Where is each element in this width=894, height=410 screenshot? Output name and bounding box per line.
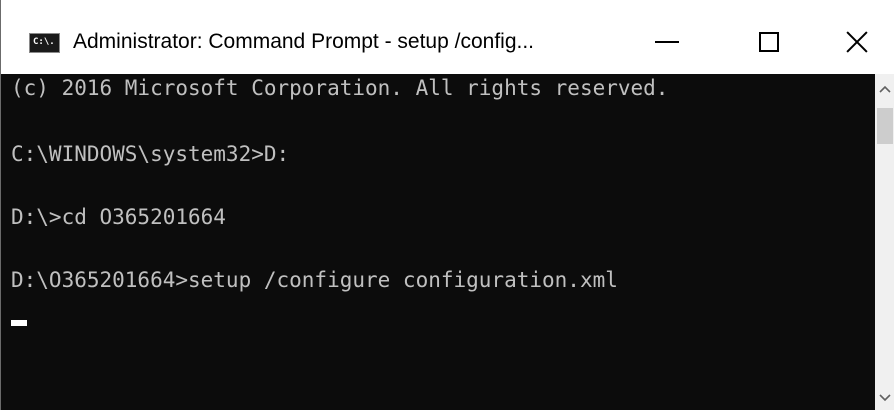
minimize-button[interactable] bbox=[621, 14, 713, 70]
console-line: C:\WINDOWS\system32>D: bbox=[11, 142, 290, 166]
chevron-up-icon bbox=[879, 85, 891, 93]
minimize-icon bbox=[655, 41, 679, 43]
close-button[interactable] bbox=[811, 14, 894, 70]
title-bar[interactable]: C:\. Administrator: Command Prompt - set… bbox=[1, 0, 894, 74]
app-icon-label: C:\. bbox=[33, 37, 55, 47]
command-prompt-window: C:\. Administrator: Command Prompt - set… bbox=[0, 0, 894, 410]
close-icon bbox=[845, 30, 869, 54]
scroll-up-button[interactable] bbox=[875, 74, 894, 104]
console-line: D:\>cd O365201664 bbox=[11, 205, 226, 229]
chevron-down-icon bbox=[879, 394, 891, 402]
vertical-scrollbar[interactable] bbox=[875, 74, 894, 410]
maximize-button[interactable] bbox=[723, 14, 815, 70]
maximize-icon bbox=[759, 32, 779, 52]
console-output[interactable]: (c) 2016 Microsoft Corporation. All righ… bbox=[1, 74, 875, 410]
scrollbar-thumb[interactable] bbox=[877, 108, 893, 144]
console-line: D:\O365201664>setup /configure configura… bbox=[11, 268, 618, 292]
scroll-down-button[interactable] bbox=[875, 386, 894, 410]
text-cursor bbox=[11, 320, 27, 326]
console-line: (c) 2016 Microsoft Corporation. All righ… bbox=[11, 76, 669, 100]
command-prompt-icon[interactable]: C:\. bbox=[29, 33, 60, 53]
window-title: Administrator: Command Prompt - setup /c… bbox=[73, 30, 535, 53]
